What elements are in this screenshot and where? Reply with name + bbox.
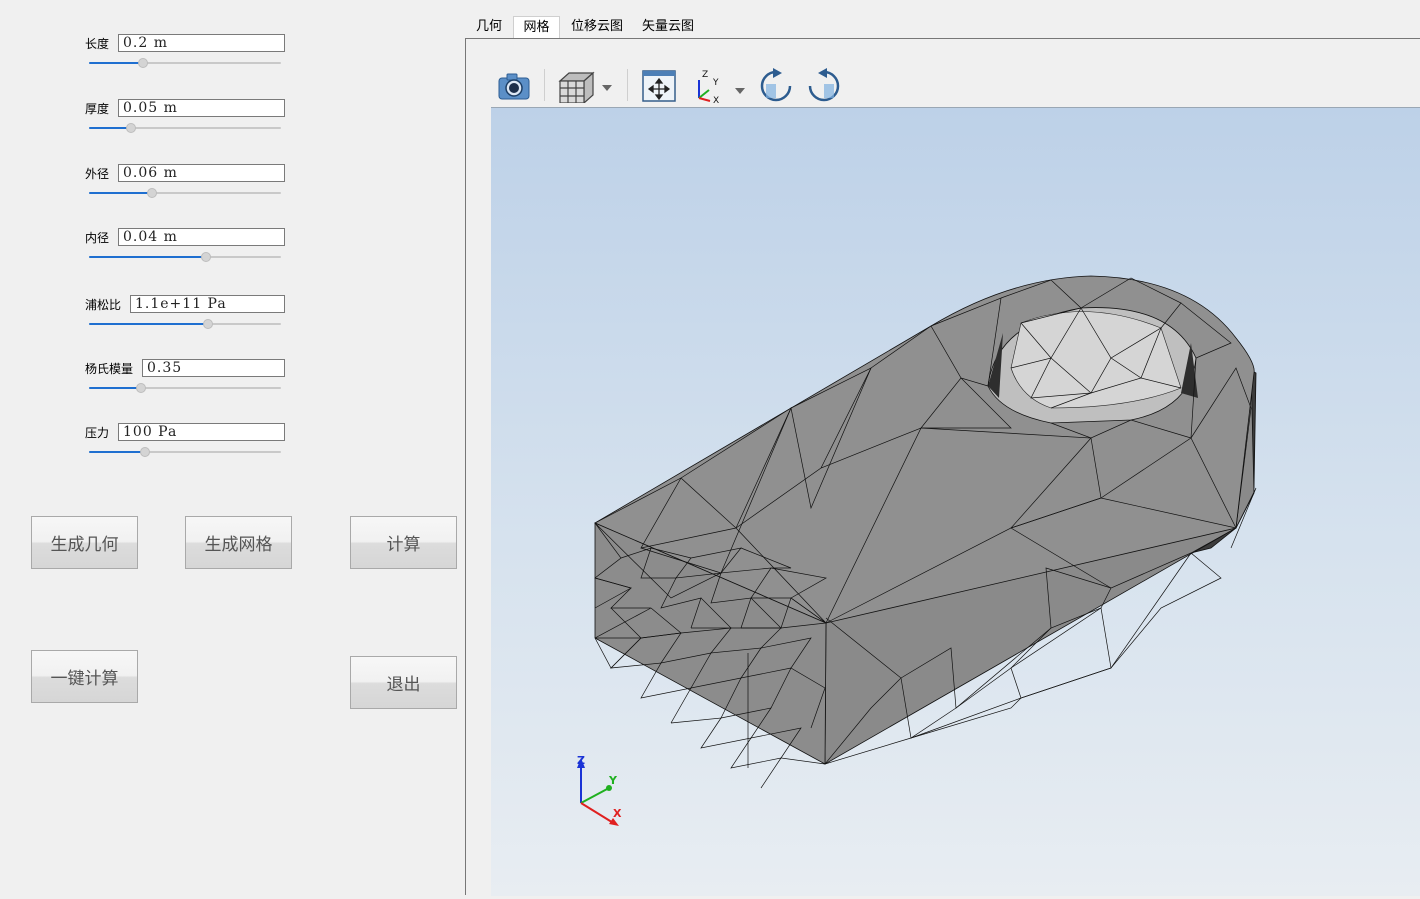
youngs-modulus-input[interactable]	[142, 359, 285, 377]
mesh-model: Z Y X	[577, 275, 1257, 826]
outer-radius-label: 外径	[85, 167, 110, 181]
triad-z-label: Z	[577, 754, 585, 767]
triad-y-label: Y	[608, 774, 618, 787]
outer-radius-slider[interactable]	[89, 186, 281, 200]
length-label: 长度	[85, 37, 110, 51]
triad-x-label: X	[613, 807, 622, 820]
svg-text:Y: Y	[712, 78, 719, 88]
axis-triad: Z Y X	[577, 754, 622, 826]
tab-geometry[interactable]: 几何	[466, 16, 512, 38]
rotate-ccw-icon[interactable]	[805, 67, 843, 105]
youngs-modulus-slider[interactable]	[89, 381, 281, 395]
svg-text:X: X	[713, 96, 719, 104]
slider-handle[interactable]	[135, 383, 146, 393]
fit-all-icon[interactable]	[641, 67, 677, 105]
exit-button[interactable]: 退出	[350, 656, 457, 709]
pressure-input[interactable]	[118, 423, 285, 441]
inner-radius-slider[interactable]	[89, 250, 281, 264]
inner-radius-input[interactable]	[118, 228, 285, 246]
viewer-toolbar: Z Y X	[491, 64, 1420, 107]
inner-radius-label: 内径	[85, 231, 110, 245]
poisson-input[interactable]	[130, 295, 285, 313]
pressure-slider[interactable]	[89, 445, 281, 459]
thickness-slider[interactable]	[89, 121, 281, 135]
thickness-input[interactable]	[118, 99, 285, 117]
slider-handle[interactable]	[137, 58, 148, 68]
length-slider[interactable]	[89, 56, 281, 70]
slider-handle[interactable]	[201, 252, 212, 262]
svg-text:Z: Z	[702, 70, 708, 80]
length-input[interactable]	[118, 34, 285, 52]
generate-geometry-button[interactable]: 生成几何	[31, 516, 138, 569]
camera-icon[interactable]	[495, 67, 533, 105]
slider-handle[interactable]	[139, 447, 150, 457]
poisson-slider[interactable]	[89, 317, 281, 331]
compute-button[interactable]: 计算	[350, 516, 457, 569]
slider-handle[interactable]	[147, 188, 158, 198]
slider-handle[interactable]	[203, 319, 214, 329]
cube-view-icon[interactable]	[557, 67, 615, 105]
pressure-label: 压力	[85, 426, 110, 440]
axes-view-icon[interactable]: Z Y X	[693, 67, 749, 105]
tab-mesh[interactable]: 网格	[513, 16, 560, 39]
outer-radius-input[interactable]	[118, 164, 285, 182]
slider-handle[interactable]	[126, 123, 137, 133]
mesh-viewport[interactable]: Z Y X	[491, 107, 1420, 896]
youngs-modulus-label: 杨氏模量	[85, 362, 134, 376]
one-click-compute-button[interactable]: 一键计算	[31, 650, 138, 703]
tab-displacement[interactable]: 位移云图	[562, 16, 632, 38]
tab-vector[interactable]: 矢量云图	[634, 16, 702, 38]
generate-mesh-button[interactable]: 生成网格	[185, 516, 292, 569]
thickness-label: 厚度	[85, 102, 110, 116]
poisson-label: 浦松比	[85, 298, 122, 312]
rotate-cw-icon[interactable]	[757, 67, 795, 105]
